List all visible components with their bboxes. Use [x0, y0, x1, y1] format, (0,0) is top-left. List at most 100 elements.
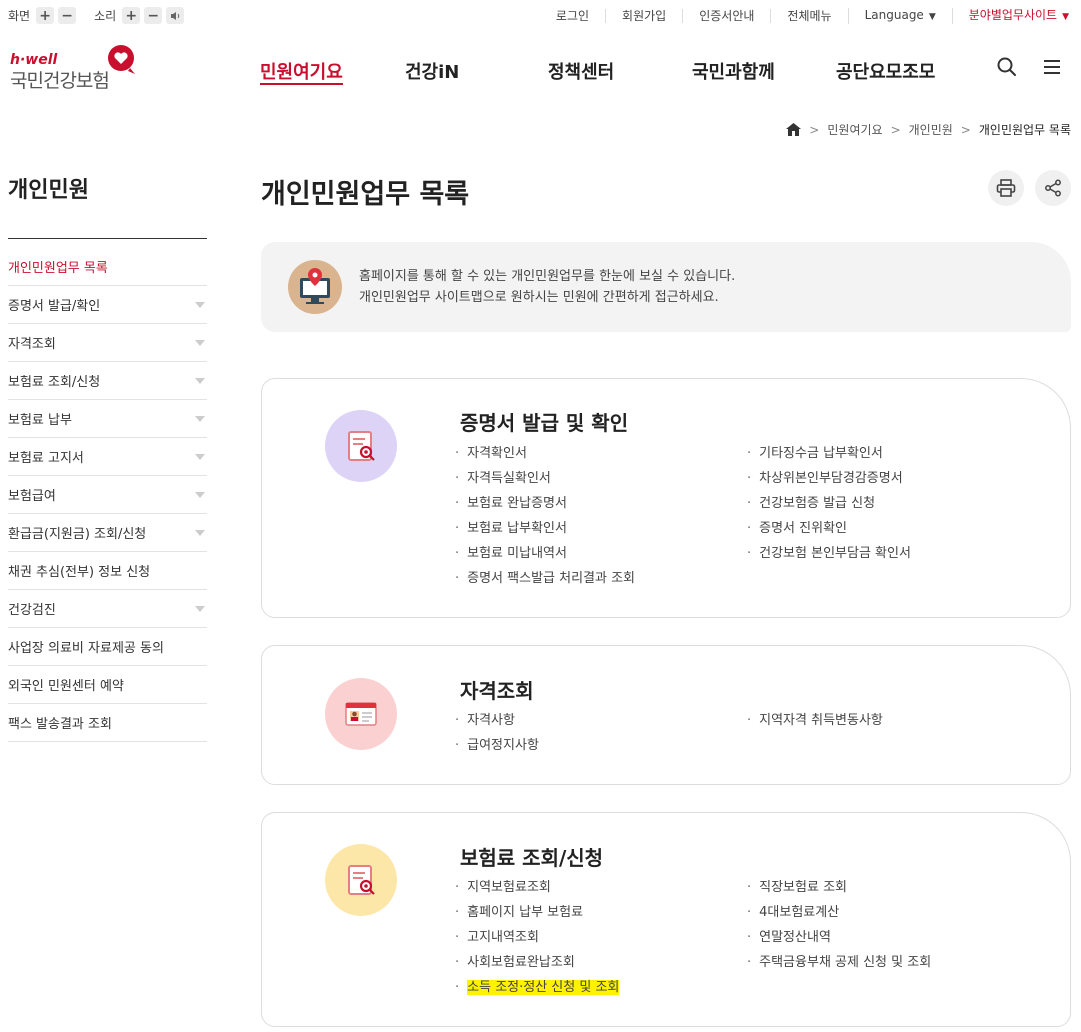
document-search-icon: [325, 844, 397, 916]
triangle-down-icon[interactable]: [195, 377, 205, 384]
certificate-guide-link[interactable]: 인증서안내: [682, 9, 770, 23]
caret-down-icon: ▼: [928, 12, 936, 22]
screen-zoom-in-button[interactable]: +: [36, 7, 55, 24]
sidebar-item[interactable]: 사업장 의료비 자료제공 동의: [8, 628, 207, 666]
sidebar-menu: 개인민원업무 목록증명서 발급/확인 자격조회 보험료 조회/신청 보험료 납부보험료…: [8, 248, 207, 742]
triangle-down-icon[interactable]: [195, 529, 205, 536]
gnb-about-nhis[interactable]: 공단요모조모: [836, 58, 935, 84]
print-button[interactable]: [988, 170, 1024, 206]
sidebar-item-label: 외국인 민원센터 예약: [8, 679, 124, 694]
chevron-right-icon: >: [809, 122, 820, 137]
gnb-civil-service[interactable]: 민원여기요: [260, 58, 343, 85]
triangle-down-icon[interactable]: [195, 605, 205, 612]
card-right-list: 지역자격 취득변동사항: [747, 708, 883, 733]
service-link[interactable]: 기타징수금 납부확인서: [747, 441, 911, 466]
sidebar-divider: [8, 238, 207, 239]
gnb-policy-center[interactable]: 정책센터: [548, 58, 614, 84]
service-link[interactable]: 지역보험료조회: [455, 875, 619, 900]
share-button[interactable]: [1035, 170, 1071, 206]
sound-label: 소리: [94, 9, 117, 23]
service-link[interactable]: 자격확인서: [455, 441, 635, 466]
highlighted-link-text: 소득 조정·정산 신청 및 조회: [467, 980, 620, 995]
triangle-down-icon[interactable]: [195, 339, 205, 346]
screen-zoom-out-button[interactable]: −: [58, 7, 77, 24]
sidebar-item[interactable]: 건강검진: [8, 590, 207, 628]
service-link[interactable]: 보험료 완납증명서: [455, 491, 635, 516]
gnb-health-in[interactable]: 건강iN: [405, 58, 459, 84]
service-link-highlighted[interactable]: 소득 조정·정산 신청 및 조회: [455, 975, 620, 1000]
field-site-select[interactable]: 분야별업무사이트 ▼: [951, 8, 1071, 24]
sidebar-item[interactable]: 외국인 민원센터 예약: [8, 666, 207, 704]
signup-link[interactable]: 회원가입: [605, 9, 682, 23]
sidebar-item-label: 건강검진: [8, 603, 56, 618]
service-link[interactable]: 주택금융부채 공제 신청 및 조회: [747, 950, 931, 975]
volume-down-button[interactable]: −: [144, 7, 163, 24]
chevron-right-icon: >: [960, 122, 971, 137]
card-left-list: 자격사항 급여정지사항: [455, 708, 539, 758]
page-title: 개인민원업무 목록: [261, 179, 470, 210]
service-link[interactable]: 급여정지사항: [455, 733, 539, 758]
document-search-icon: [325, 410, 397, 482]
service-link[interactable]: 사회보험료완납조회: [455, 950, 619, 975]
sidebar-item[interactable]: 보험료 납부: [8, 400, 207, 438]
sidebar-item[interactable]: 보험료 고지서: [8, 438, 207, 476]
card-right-list: 직장보험료 조회 4대보험료계산 연말정산내역 주택금융부채 공제 신청 및 조…: [747, 875, 931, 975]
logo-name-text: 국민건강보험: [10, 70, 110, 92]
sidebar-item-label: 팩스 발송결과 조회: [8, 717, 112, 732]
service-link[interactable]: 연말정산내역: [747, 925, 931, 950]
breadcrumb: > 민원여기요 > 개인민원 > 개인민원업무 목록: [786, 121, 1071, 138]
triangle-down-icon[interactable]: [195, 301, 205, 308]
card-left-list: 지역보험료조회 홈페이지 납부 보험료 고지내역조회 사회보험료완납조회 소득 …: [455, 875, 620, 1000]
service-link[interactable]: 보험료 납부확인서: [455, 516, 635, 541]
sidebar-item[interactable]: 채권 추심(전부) 정보 신청: [8, 552, 207, 590]
breadcrumb-item[interactable]: 민원여기요: [827, 121, 882, 138]
language-label: Language: [864, 8, 924, 22]
sidebar-item[interactable]: 팩스 발송결과 조회: [8, 704, 207, 742]
service-link[interactable]: 증명서 팩스발급 처리결과 조회: [455, 566, 635, 591]
service-link[interactable]: 4대보험료계산: [747, 900, 931, 925]
service-link[interactable]: 직장보험료 조회: [747, 875, 931, 900]
screen-label: 화면: [8, 9, 31, 23]
service-link[interactable]: 자격득실확인서: [455, 466, 635, 491]
sidebar-item-label: 보험료 고지서: [8, 451, 84, 466]
card-left-list: 자격확인서 자격득실확인서 보험료 완납증명서 보험료 납부확인서 보험료 미납…: [455, 441, 635, 591]
triangle-down-icon[interactable]: [195, 453, 205, 460]
breadcrumb-item[interactable]: 개인민원: [909, 121, 953, 138]
search-icon[interactable]: [996, 56, 1018, 78]
sidebar-title: 개인민원: [8, 178, 89, 203]
sidebar-item[interactable]: 개인민원업무 목록: [8, 248, 207, 286]
triangle-down-icon[interactable]: [195, 491, 205, 498]
service-link[interactable]: 차상위본인부담경감증명서: [747, 466, 911, 491]
speaker-icon[interactable]: [166, 7, 185, 24]
service-link[interactable]: 고지내역조회: [455, 925, 619, 950]
sidebar-item[interactable]: 증명서 발급/확인: [8, 286, 207, 324]
screen-zoom-control: 화면 + −: [8, 7, 80, 24]
gnb-with-citizens[interactable]: 국민과함께: [692, 58, 775, 84]
sidebar-item[interactable]: 보험급여: [8, 476, 207, 514]
service-link[interactable]: 자격사항: [455, 708, 539, 733]
info-text-line1: 홈페이지를 통해 할 수 있는 개인민원업무를 한눈에 보실 수 있습니다.: [359, 269, 736, 284]
sidebar-item[interactable]: 자격조회: [8, 324, 207, 362]
service-link[interactable]: 건강보험증 발급 신청: [747, 491, 911, 516]
utility-bar: 화면 + − 소리 + − 로그인 회원가입 인증서안내 전체메뉴 Langua…: [0, 0, 1081, 32]
service-link[interactable]: 건강보험 본인부담금 확인서: [747, 541, 911, 566]
service-link[interactable]: 지역자격 취득변동사항: [747, 708, 883, 733]
sidebar-item[interactable]: 보험료 조회/신청: [8, 362, 207, 400]
service-link[interactable]: 보험료 미납내역서: [455, 541, 635, 566]
card-title: 증명서 발급 및 확인: [460, 411, 629, 435]
volume-up-button[interactable]: +: [122, 7, 141, 24]
service-link[interactable]: 홈페이지 납부 보험료: [455, 900, 619, 925]
sidebar-item-label: 사업장 의료비 자료제공 동의: [8, 641, 164, 656]
service-link[interactable]: 증명서 진위확인: [747, 516, 911, 541]
full-menu-link[interactable]: 전체메뉴: [770, 9, 847, 23]
triangle-down-icon[interactable]: [195, 415, 205, 422]
menu-icon[interactable]: [1041, 56, 1063, 78]
home-icon[interactable]: [786, 123, 802, 136]
logo[interactable]: h·well 국민건강보험: [10, 42, 140, 92]
card-title: 보험료 조회/신청: [460, 846, 604, 870]
language-select[interactable]: Language ▼: [847, 8, 952, 24]
login-link[interactable]: 로그인: [540, 9, 605, 23]
card-title: 자격조회: [460, 679, 534, 703]
sidebar-item-label: 개인민원업무 목록: [8, 261, 108, 276]
sidebar-item[interactable]: 환급금(지원금) 조회/신청: [8, 514, 207, 552]
